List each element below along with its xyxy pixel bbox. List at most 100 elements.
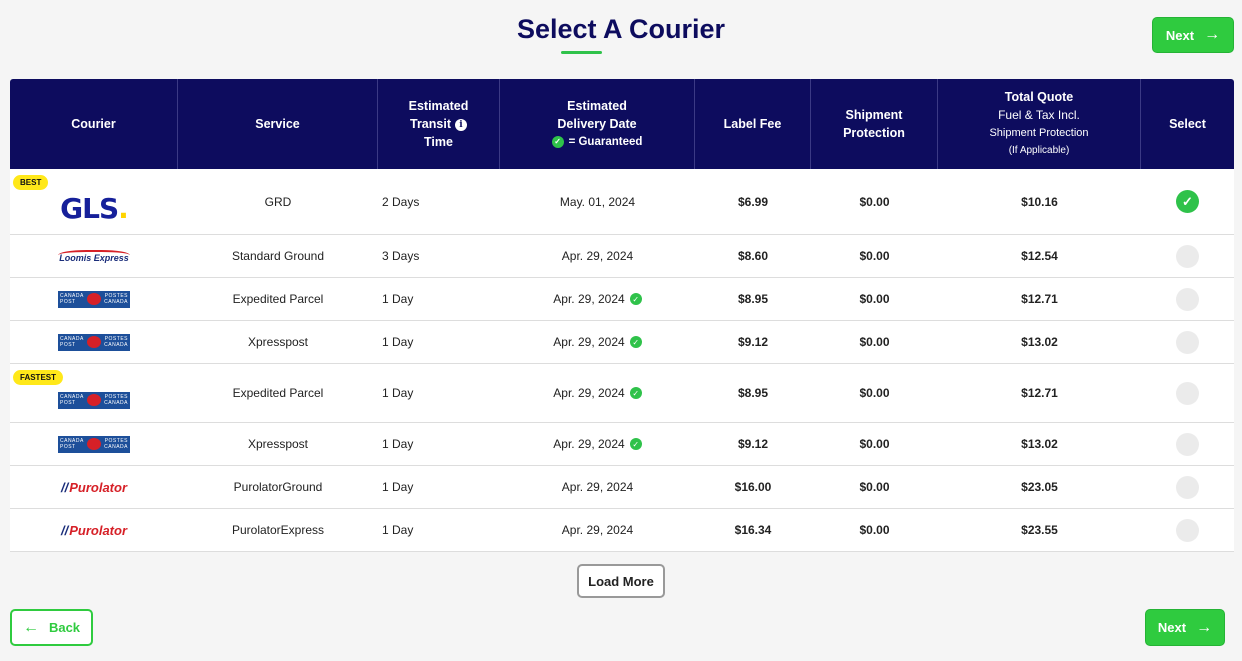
delivery-cell: Apr. 29, 2024 ✓ [500, 321, 695, 363]
total-cell: $10.16 [1021, 194, 1058, 209]
back-label: Back [48, 620, 81, 635]
protection-cell: $0.00 [859, 437, 890, 451]
table-row[interactable]: //Purolator PurolatorExpress 1 Day Apr. 29,… [10, 509, 1234, 552]
arrow-left-icon: ← [22, 618, 39, 636]
guaranteed-check-icon: ✓ [551, 136, 564, 148]
select-cell[interactable] [1141, 364, 1234, 422]
label-fee-cell: $9.12 [737, 437, 769, 451]
transit-cell: 1 Day [382, 437, 414, 451]
table-row[interactable]: CANADA POST POSTES CANADA Xpresspost 1 Day Apr… [10, 423, 1234, 466]
protection-cell: $0.00 [859, 194, 890, 209]
total-cell: $12.54 [1021, 249, 1058, 263]
canada-post-logo: CANADA POST POSTES CANADA [58, 290, 130, 308]
delivery-cell: Apr. 29, 2024 [561, 480, 634, 494]
table-row[interactable]: //Purolator PurolatorGround 1 Day Apr. 29, … [10, 466, 1234, 509]
courier-cell: //Purolator [10, 509, 178, 551]
gls-logo: GLS. [60, 192, 129, 225]
back-button[interactable]: ← Back [10, 609, 93, 646]
table-row[interactable]: CANADA POST POSTES CANADA Xpresspost 1 Day Apr… [10, 321, 1234, 364]
select-cell[interactable] [1141, 235, 1234, 277]
protection-cell: $0.00 [859, 335, 890, 349]
select-cell[interactable] [1141, 466, 1234, 508]
select-radio[interactable] [1176, 475, 1199, 499]
canada-post-logo: CANADA POST POSTES CANADA [58, 435, 130, 453]
row-badge: FASTEST [13, 370, 64, 385]
label-fee-cell: $8.95 [737, 292, 769, 306]
header-delivery: Estimated Delivery Date ✓ = Guaranteed [500, 79, 695, 169]
service-cell: Xpresspost [247, 437, 309, 451]
next-label: Next [1157, 620, 1187, 635]
next-button-top[interactable]: Next → [1152, 17, 1234, 53]
total-cell: $12.71 [1021, 386, 1058, 400]
protection-cell: $0.00 [859, 292, 890, 306]
header-service: Service [178, 79, 378, 169]
transit-cell: 2 Days [382, 194, 420, 209]
table-body: BEST GLS. GRD 2 Days May. 01, 2024 $6.99 $0.00… [10, 169, 1234, 552]
protection-cell: $0.00 [859, 386, 890, 400]
purolator-logo: //Purolator [60, 479, 128, 495]
loomis-express-logo: Loomis Express [58, 249, 130, 263]
total-cell: $13.02 [1021, 335, 1058, 349]
service-cell: Expedited Parcel [232, 386, 324, 400]
next-button-bottom[interactable]: Next → [1145, 609, 1225, 646]
select-radio-checked[interactable]: ✓ [1176, 190, 1199, 213]
delivery-cell: Apr. 29, 2024 ✓ [500, 423, 695, 465]
table-row[interactable]: BEST GLS. GRD 2 Days May. 01, 2024 $6.99 $0.00… [10, 169, 1234, 235]
courier-cell: CANADA POST POSTES CANADA [10, 423, 178, 465]
guaranteed-check-icon: ✓ [629, 387, 642, 399]
total-cell: $13.02 [1021, 437, 1058, 451]
delivery-cell: Apr. 29, 2024 [561, 523, 634, 537]
table-row[interactable]: Loomis Express Standard Ground 3 Days Apr. … [10, 235, 1234, 278]
transit-cell: 1 Day [382, 523, 414, 537]
label-fee-cell: $8.95 [737, 386, 769, 400]
select-radio[interactable] [1176, 381, 1199, 405]
label-fee-cell: $8.60 [737, 249, 769, 263]
service-cell: Standard Ground [231, 249, 325, 263]
courier-cell: Loomis Express [10, 235, 178, 277]
label-fee-cell: $9.12 [737, 335, 769, 349]
courier-cell: CANADA POST POSTES CANADA [10, 278, 178, 320]
load-more-button[interactable]: Load More [577, 564, 665, 598]
protection-cell: $0.00 [859, 249, 890, 263]
service-cell: Expedited Parcel [232, 292, 324, 306]
delivery-cell: Apr. 29, 2024 [561, 249, 634, 263]
purolator-logo: //Purolator [60, 522, 128, 538]
transit-cell: 1 Day [382, 292, 414, 306]
header-protection: Shipment Protection [811, 79, 938, 169]
protection-cell: $0.00 [859, 480, 890, 494]
select-cell[interactable]: ✓ [1141, 169, 1234, 234]
table-row[interactable]: FASTEST CANADA POST POSTES CANADA Expedited P… [10, 364, 1234, 423]
select-radio[interactable] [1176, 287, 1199, 311]
header-transit: Estimated Transit i Time [378, 79, 500, 169]
delivery-cell: Apr. 29, 2024 ✓ [500, 364, 695, 422]
guaranteed-check-icon: ✓ [629, 336, 642, 348]
delivery-cell: Apr. 29, 2024 ✓ [500, 278, 695, 320]
total-cell: $23.55 [1021, 523, 1058, 537]
courier-table: Courier Service Estimated Transit i Time … [10, 79, 1234, 552]
select-radio[interactable] [1176, 518, 1199, 542]
select-cell[interactable] [1141, 509, 1234, 551]
service-cell: GRD [264, 194, 292, 209]
select-cell[interactable] [1141, 321, 1234, 363]
select-cell[interactable] [1141, 423, 1234, 465]
next-label: Next [1165, 27, 1195, 43]
select-radio[interactable] [1176, 330, 1199, 354]
protection-cell: $0.00 [859, 523, 890, 537]
select-radio[interactable] [1176, 244, 1199, 268]
transit-cell: 1 Day [382, 480, 414, 494]
select-cell[interactable] [1141, 278, 1234, 320]
header-total: Total Quote Fuel & Tax Incl. Shipment Pr… [938, 79, 1141, 169]
service-cell: PurolatorExpress [231, 523, 325, 537]
page-title: Select A Courier [516, 14, 726, 44]
title-underline [561, 51, 602, 54]
arrow-right-icon: → [1196, 618, 1213, 636]
guaranteed-check-icon: ✓ [629, 293, 642, 305]
canada-post-logo: CANADA POST POSTES CANADA [58, 333, 130, 351]
total-cell: $23.05 [1021, 480, 1058, 494]
select-radio[interactable] [1176, 432, 1199, 456]
transit-cell: 1 Day [382, 335, 414, 349]
header-select: Select [1169, 117, 1206, 131]
info-icon[interactable]: i [455, 118, 467, 131]
label-fee-cell: $16.00 [734, 480, 772, 494]
table-row[interactable]: CANADA POST POSTES CANADA Expedited Parcel 1 … [10, 278, 1234, 321]
